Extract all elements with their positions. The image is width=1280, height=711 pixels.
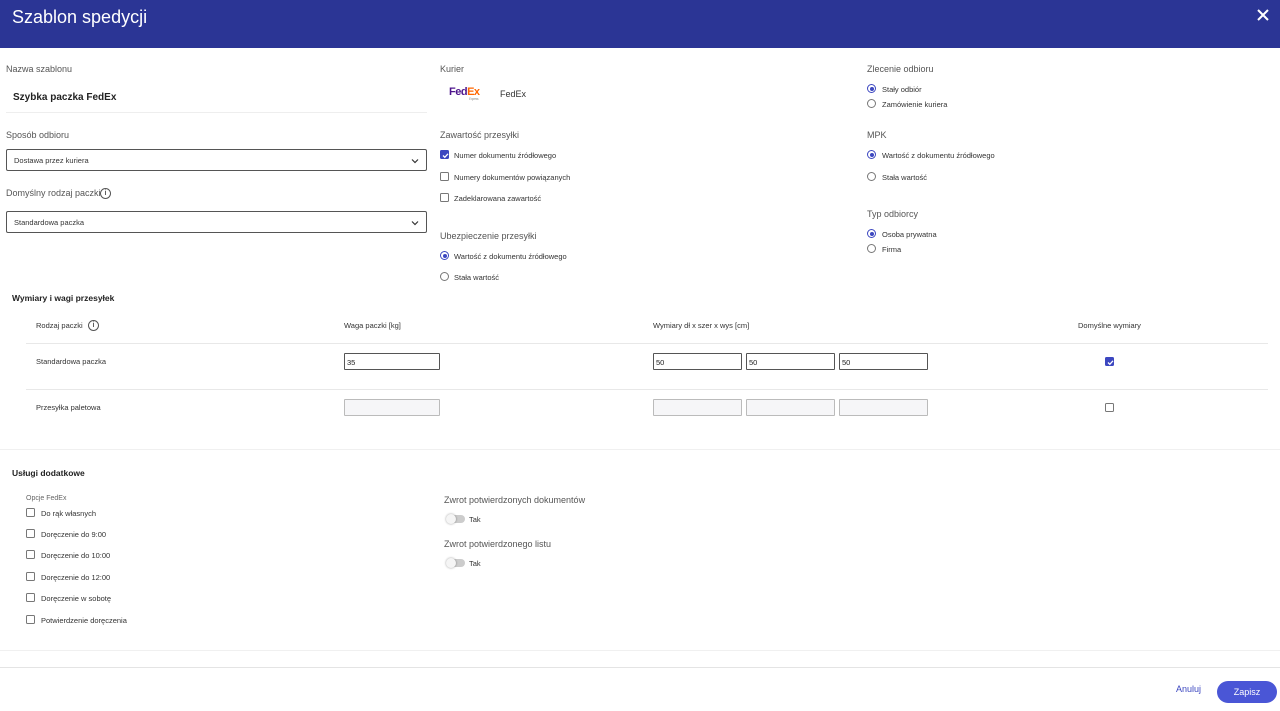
col-weight: Waga paczki [kg] xyxy=(344,321,401,330)
recipient-type-radio-0[interactable] xyxy=(867,229,876,238)
check-icon xyxy=(442,153,449,159)
recipient-type-option-1: Firma xyxy=(882,245,902,254)
info-icon[interactable]: i xyxy=(100,188,111,199)
pickup-order-option-1: Zamówienie kuriera xyxy=(882,100,948,109)
dialog-title: Szablon spedycji xyxy=(12,7,148,27)
insurance-label: Ubezpieczenie przesyłki xyxy=(440,231,537,241)
row-1-default-checkbox[interactable] xyxy=(1105,403,1114,412)
service-option-4: Doręczenie w sobotę xyxy=(41,594,112,603)
template-name-value: Szybka paczka FedEx xyxy=(13,92,117,103)
mpk-option-1: Stała wartość xyxy=(882,173,928,182)
mpk-radio-0[interactable] xyxy=(867,150,876,159)
fedex-logo: FedEx Express xyxy=(449,86,480,101)
service-checkbox-2[interactable] xyxy=(26,550,35,559)
default-package-value: Standardowa paczka xyxy=(14,218,85,227)
row-0-default-checkbox[interactable] xyxy=(1105,357,1114,366)
row-0-height-input[interactable]: 50 xyxy=(839,353,928,370)
row-0-weight-input[interactable]: 35 xyxy=(344,353,440,370)
contents-option-0: Numer dokumentu źródłowego xyxy=(454,151,557,160)
contents-option-2: Zadeklarowana zawartość xyxy=(454,194,542,203)
col-default-dimensions: Domyślne wymiary xyxy=(1078,321,1141,330)
insurance-radio-0[interactable] xyxy=(440,251,449,260)
default-package-select[interactable]: Standardowa paczka xyxy=(6,211,427,233)
row-0-width-input[interactable]: 50 xyxy=(746,353,835,370)
divider xyxy=(0,449,1280,450)
pickup-method-value: Dostawa przez kuriera xyxy=(14,156,89,165)
info-icon[interactable]: i xyxy=(88,320,99,331)
pickup-order-radio-1[interactable] xyxy=(867,99,876,108)
recipient-type-option-0: Osoba prywatna xyxy=(882,230,937,239)
mpk-label: MPK xyxy=(867,130,887,140)
col-package-type: Rodzaj paczki xyxy=(36,321,83,330)
pickup-order-label: Zlecenie odbioru xyxy=(867,64,934,74)
row-1-weight-input[interactable] xyxy=(344,399,440,416)
row-1-length-input[interactable] xyxy=(653,399,742,416)
service-checkbox-5[interactable] xyxy=(26,615,35,624)
pickup-order-option-0: Stały odbiór xyxy=(882,85,922,94)
recipient-type-radio-1[interactable] xyxy=(867,244,876,253)
courier-label: Kurier xyxy=(440,64,465,74)
insurance-option-1: Stała wartość xyxy=(454,273,500,282)
service-option-1: Doręczenie do 9:00 xyxy=(41,530,107,539)
courier-name: FedEx xyxy=(500,89,527,99)
insurance-option-0: Wartość z dokumentu źródłowego xyxy=(454,252,567,261)
service-option-2: Doręczenie do 10:00 xyxy=(41,551,111,560)
dialog-header: Szablon spedycji xyxy=(0,0,1280,48)
service-option-3: Doręczenie do 12:00 xyxy=(41,573,111,582)
col-dimensions: Wymiary dł x szer x wys [cm] xyxy=(653,321,750,330)
template-name-field[interactable]: Szybka paczka FedEx xyxy=(6,83,427,113)
pickup-method-label: Sposób odbioru xyxy=(6,130,70,140)
mpk-radio-1[interactable] xyxy=(867,172,876,181)
service-option-5: Potwierdzenie doręczenia xyxy=(41,616,127,625)
row-1-height-input[interactable] xyxy=(839,399,928,416)
default-package-label: Domyślny rodzaj paczki xyxy=(6,188,101,198)
return-docs-label: Zwrot potwierdzonych dokumentów xyxy=(444,495,586,505)
save-button[interactable]: Zapisz xyxy=(1217,681,1277,703)
footer-divider xyxy=(0,667,1280,668)
divider xyxy=(26,389,1268,390)
services-title: Usługi dodatkowe xyxy=(12,468,85,478)
service-option-0: Do rąk własnych xyxy=(41,509,97,518)
row-0-length-input[interactable]: 50 xyxy=(653,353,742,370)
chevron-down-icon xyxy=(411,221,419,226)
contents-checkbox-2[interactable] xyxy=(440,193,449,202)
divider xyxy=(26,343,1268,344)
return-docs-toggle-label: Tak xyxy=(469,515,481,524)
return-letter-label: Zwrot potwierdzonego listu xyxy=(444,539,552,549)
return-docs-toggle[interactable] xyxy=(446,514,465,524)
return-letter-toggle[interactable] xyxy=(446,558,465,568)
contents-option-1: Numery dokumentów powiązanych xyxy=(454,173,571,182)
service-checkbox-1[interactable] xyxy=(26,529,35,538)
service-checkbox-3[interactable] xyxy=(26,572,35,581)
close-icon[interactable] xyxy=(1256,8,1270,22)
row-0-name: Standardowa paczka xyxy=(36,357,107,366)
contents-checkbox-1[interactable] xyxy=(440,172,449,181)
service-checkbox-0[interactable] xyxy=(26,508,35,517)
pickup-method-select[interactable]: Dostawa przez kuriera xyxy=(6,149,427,171)
pickup-order-radio-0[interactable] xyxy=(867,84,876,93)
contents-label: Zawartość przesyłki xyxy=(440,130,520,140)
insurance-radio-1[interactable] xyxy=(440,272,449,281)
mpk-option-0: Wartość z dokumentu źródłowego xyxy=(882,151,995,160)
services-group-label: Opcje FedEx xyxy=(26,495,67,502)
divider xyxy=(0,650,1280,651)
row-1-width-input[interactable] xyxy=(746,399,835,416)
row-1-name: Przesyłka paletowa xyxy=(36,403,101,412)
check-icon xyxy=(1107,360,1114,366)
dimensions-title: Wymiary i wagi przesyłek xyxy=(12,293,115,303)
chevron-down-icon xyxy=(411,159,419,164)
template-name-label: Nazwa szablonu xyxy=(6,64,73,74)
service-checkbox-4[interactable] xyxy=(26,593,35,602)
cancel-button[interactable]: Anuluj xyxy=(1176,684,1201,694)
recipient-type-label: Typ odbiorcy xyxy=(867,209,919,219)
return-letter-toggle-label: Tak xyxy=(469,559,481,568)
contents-checkbox-0[interactable] xyxy=(440,150,449,159)
